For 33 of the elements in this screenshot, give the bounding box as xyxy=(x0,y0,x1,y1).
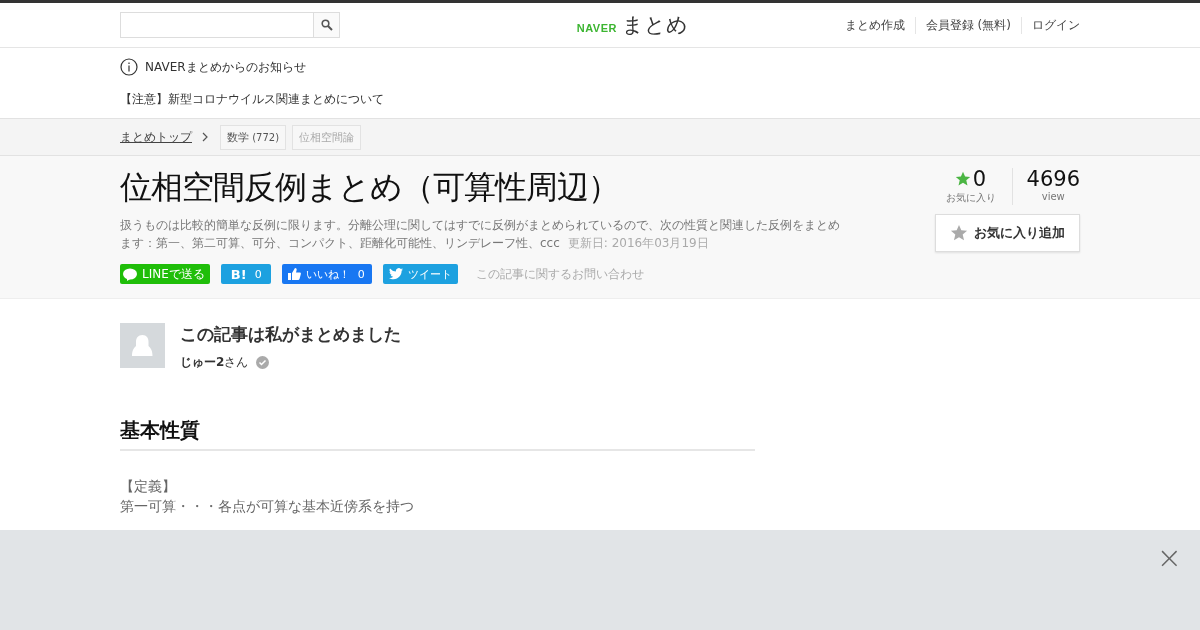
share-button[interactable]: いいね！ 0 xyxy=(281,264,372,284)
nav-link[interactable]: まとめ作成 xyxy=(834,16,915,34)
search-button[interactable] xyxy=(313,13,339,37)
add-favorite-button[interactable]: お気に入り追加 xyxy=(935,214,1080,252)
stat-label: お気に入り xyxy=(945,191,996,205)
close-button[interactable]: × xyxy=(1156,542,1182,574)
nav-link[interactable]: ログイン xyxy=(1021,16,1080,34)
author-name[interactable]: じゅー2さん xyxy=(180,354,249,371)
bird-icon xyxy=(388,268,403,280)
section-heading: 基本性質 xyxy=(120,417,755,451)
favorite-count: 0 xyxy=(972,168,987,190)
star-icon xyxy=(950,224,968,242)
author-heading: この記事は私がまとめました xyxy=(180,323,401,346)
article-title: 位相空間反例まとめ（可算性周辺） xyxy=(120,167,620,208)
nav-link[interactable]: 会員登録 (無料) xyxy=(914,16,1021,34)
avatar-icon xyxy=(120,323,165,368)
body-text: 第一可算・・・各点が可算な基本近傍系を持つ xyxy=(120,497,415,516)
notice-title: NAVERまとめからのお知らせ xyxy=(145,58,306,76)
body-text: 【定義】 xyxy=(120,477,177,496)
tag-link[interactable]: 数学 (772) xyxy=(220,124,287,150)
chat-bubble-icon xyxy=(123,267,137,281)
view-count: 4696 xyxy=(1026,168,1080,190)
notice-link[interactable]: 【注意】新型コロナウイルス関連まとめについて xyxy=(120,91,1080,108)
breadcrumb-link[interactable]: まとめトップ xyxy=(120,128,192,146)
stat-label: view xyxy=(1041,191,1065,202)
search-field[interactable] xyxy=(120,12,340,38)
search-icon xyxy=(320,19,333,31)
thumbs-up-icon xyxy=(287,268,301,280)
chevron-icon xyxy=(202,132,208,142)
article-description: 扱うものは比較的簡単な反例に限ります。分離公理に関してはすでに反例がまとめられているので、次の性質と関連した反例をまとめます：第一、第二可算、可分、コンパクト、距離化可能性、リンデレーフ性、ccc 更新日: 2016年03月19日 xyxy=(120,217,841,252)
logo-title[interactable]: まとめ xyxy=(622,11,688,39)
star-icon xyxy=(954,171,971,187)
info-icon xyxy=(120,58,138,76)
